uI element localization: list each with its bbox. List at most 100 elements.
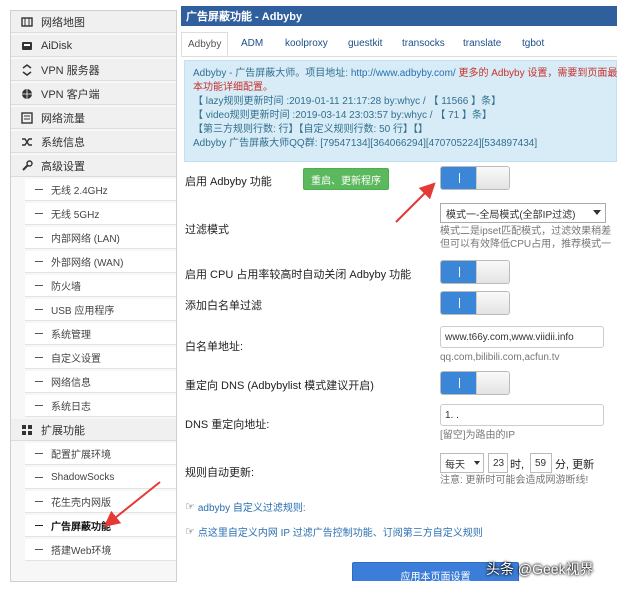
sidebar-subitem-usb[interactable]: USB 应用程序 [25, 299, 176, 321]
hand-pointer-icon: ☞ [185, 501, 195, 513]
restart-update-button[interactable]: 重启、更新程序 [303, 168, 389, 190]
sidebar-subitem-admin[interactable]: 系统管理 [25, 323, 176, 345]
chevron-down-icon [593, 210, 601, 215]
page-title: 广告屏蔽功能 - Adbyby [181, 6, 617, 26]
sidebar-subitem-wan[interactable]: 外部网络 (WAN) [25, 251, 176, 273]
sidebar-item-label: 系统信息 [41, 136, 85, 149]
sidebar-subitem-custom[interactable]: 自定义设置 [25, 347, 176, 369]
sidebar-item-traffic[interactable]: 网络流量 [11, 107, 176, 129]
sidebar-subitem-ext-env[interactable]: 配置扩展环境 [25, 443, 176, 465]
subitem-label: 自定义设置 [51, 354, 101, 365]
dash-icon [35, 333, 43, 334]
tab-koolproxy[interactable]: koolproxy [279, 32, 334, 56]
sidebar: 网络地图 AiDisk VPN 服务器 VPN 客户端 网络流量 系统信息 高级… [10, 10, 177, 582]
sidebar-subitem-shadowsocks[interactable]: ShadowSocks [25, 467, 176, 489]
toggle-knob [441, 261, 477, 283]
sidebar-item-aidisk[interactable]: AiDisk [11, 35, 176, 57]
whitelist-enable-toggle[interactable] [440, 291, 510, 315]
redirect-dns-label: 重定向 DNS (Adbybylist 模式建议开启) [185, 380, 374, 392]
dash-icon [35, 549, 43, 550]
dns-hint: [留空]为路由的IP [440, 430, 516, 441]
update-frequency-select[interactable]: 每天 [440, 453, 484, 473]
disk-icon [21, 40, 33, 52]
subitem-label: 无线 5GHz [51, 210, 100, 221]
sidebar-item-extensions[interactable]: 扩展功能 [11, 419, 176, 441]
sidebar-subitem-web-env[interactable]: 搭建Web环境 [25, 539, 176, 561]
toggle-off-part [476, 292, 509, 314]
dns-redirect-address-input[interactable]: 1. . [440, 404, 604, 426]
filter-hint-1: 模式二是ipset匹配模式，过滤效果稍差 [440, 226, 612, 237]
project-link[interactable]: http://www.adbyby.com/ [351, 68, 456, 79]
subitem-label: 广告屏蔽功能 [51, 522, 111, 533]
dash-icon [35, 189, 43, 190]
update-hour-select[interactable]: 23 [488, 453, 508, 473]
sidebar-item-system-info[interactable]: 系统信息 [11, 131, 176, 153]
subitem-label: 外部网络 (WAN) [51, 258, 124, 269]
tab-adm[interactable]: ADM [235, 32, 269, 56]
sidebar-item-label: VPN 服务器 [41, 64, 100, 77]
filter-mode-label: 过滤模式 [185, 224, 229, 236]
filter-mode-select[interactable]: 模式一-全局模式(全部IP过滤) [440, 203, 606, 223]
sidebar-subitem-wireless-5[interactable]: 无线 5GHz [25, 203, 176, 225]
tab-guestkit[interactable]: guestkit [342, 32, 388, 56]
subitem-label: 内部网络 (LAN) [51, 234, 120, 245]
toggle-knob [441, 167, 477, 189]
sidebar-item-label: AiDisk [41, 39, 73, 52]
custom-rules-link[interactable]: ☞ adbyby 自定义过滤规则: [185, 499, 306, 514]
dash-icon [35, 285, 43, 286]
enable-adbyby-label: 启用 Adbyby 功能 [185, 176, 272, 188]
minute-unit: 分, 更新 [555, 459, 595, 471]
qq-group-info: Adbyby 广告屏蔽大师QQ群: [79547134][364066294][… [193, 138, 538, 149]
watermark: 头条 @Geek视界 [486, 561, 594, 577]
dash-icon [35, 501, 43, 502]
whitelist-address-label: 白名单地址: [185, 341, 244, 353]
hour-unit: 时, [510, 459, 525, 471]
tab-adbyby[interactable]: Adbyby [181, 32, 229, 56]
info-text: Adbyby - 广告屏蔽大师。项目地址: [193, 68, 351, 79]
auto-update-label: 规则自动更新: [185, 467, 255, 479]
tab-translate[interactable]: translate [457, 32, 507, 56]
enable-adbyby-toggle[interactable] [440, 166, 510, 190]
rule-count-info: 【第三方规则行数: 行】【自定义规则行数: 50 行】【】 [193, 124, 429, 135]
toggle-knob [441, 372, 477, 394]
custom-rules-link-text: adbyby 自定义过滤规则: [197, 503, 306, 514]
redirect-dns-toggle[interactable] [440, 371, 510, 395]
dns-redirect-address-label: DNS 重定向地址: [185, 419, 270, 431]
whitelist-address-input[interactable]: www.t66y.com,www.viidii.info [440, 326, 604, 348]
tab-transocks[interactable]: transocks [396, 32, 451, 56]
sidebar-item-vpn-client[interactable]: VPN 客户端 [11, 83, 176, 105]
map-icon [21, 16, 33, 28]
cpu-autooff-label: 启用 CPU 占用率较高时自动关闭 Adbyby 功能 [185, 269, 412, 281]
router-admin-page: 网络地图 AiDisk VPN 服务器 VPN 客户端 网络流量 系统信息 高级… [0, 0, 627, 591]
lan-ip-filter-link[interactable]: ☞ 点这里自定义内网 IP 过滤广告控制功能、订阅第三方自定义规则 [185, 524, 483, 539]
dash-icon [35, 213, 43, 214]
subitem-label: 系统管理 [51, 330, 91, 341]
sidebar-item-advanced[interactable]: 高级设置 [11, 155, 176, 177]
globe-icon [21, 88, 33, 100]
info-panel: Adbyby - 广告屏蔽大师。项目地址: http://www.adbyby.… [184, 60, 617, 162]
sidebar-subitem-wireless-24[interactable]: 无线 2.4GHz [25, 179, 176, 201]
sidebar-item-label: VPN 客户端 [41, 88, 100, 101]
dash-icon [35, 405, 43, 406]
subitem-label: 无线 2.4GHz [51, 186, 108, 197]
sidebar-item-label: 高级设置 [41, 160, 85, 173]
sidebar-subitem-adblock[interactable]: 广告屏蔽功能 [25, 515, 176, 537]
sidebar-item-label: 网络流量 [41, 112, 85, 125]
toggle-off-part [476, 372, 509, 394]
subitem-label: 防火墙 [51, 282, 81, 293]
tab-tgbot[interactable]: tgbot [516, 32, 550, 56]
sidebar-subitem-firewall[interactable]: 防火墙 [25, 275, 176, 297]
sidebar-item-vpn-server[interactable]: VPN 服务器 [11, 59, 176, 81]
sidebar-subitem-netinfo[interactable]: 网络信息 [25, 371, 176, 393]
whitelist-enable-label: 添加白名单过滤 [185, 300, 262, 312]
update-minute-select[interactable]: 59 [530, 453, 552, 473]
subitem-label: 网络信息 [51, 378, 91, 389]
sidebar-item-network-map[interactable]: 网络地图 [11, 11, 176, 33]
dash-icon [35, 357, 43, 358]
sidebar-subitem-syslog[interactable]: 系统日志 [25, 395, 176, 417]
sidebar-subitem-lan[interactable]: 内部网络 (LAN) [25, 227, 176, 249]
cpu-autooff-toggle[interactable] [440, 260, 510, 284]
sidebar-subitem-oray[interactable]: 花生壳内网版 [25, 491, 176, 513]
update-frequency-value: 每天 [445, 459, 465, 471]
dash-icon [35, 309, 43, 310]
